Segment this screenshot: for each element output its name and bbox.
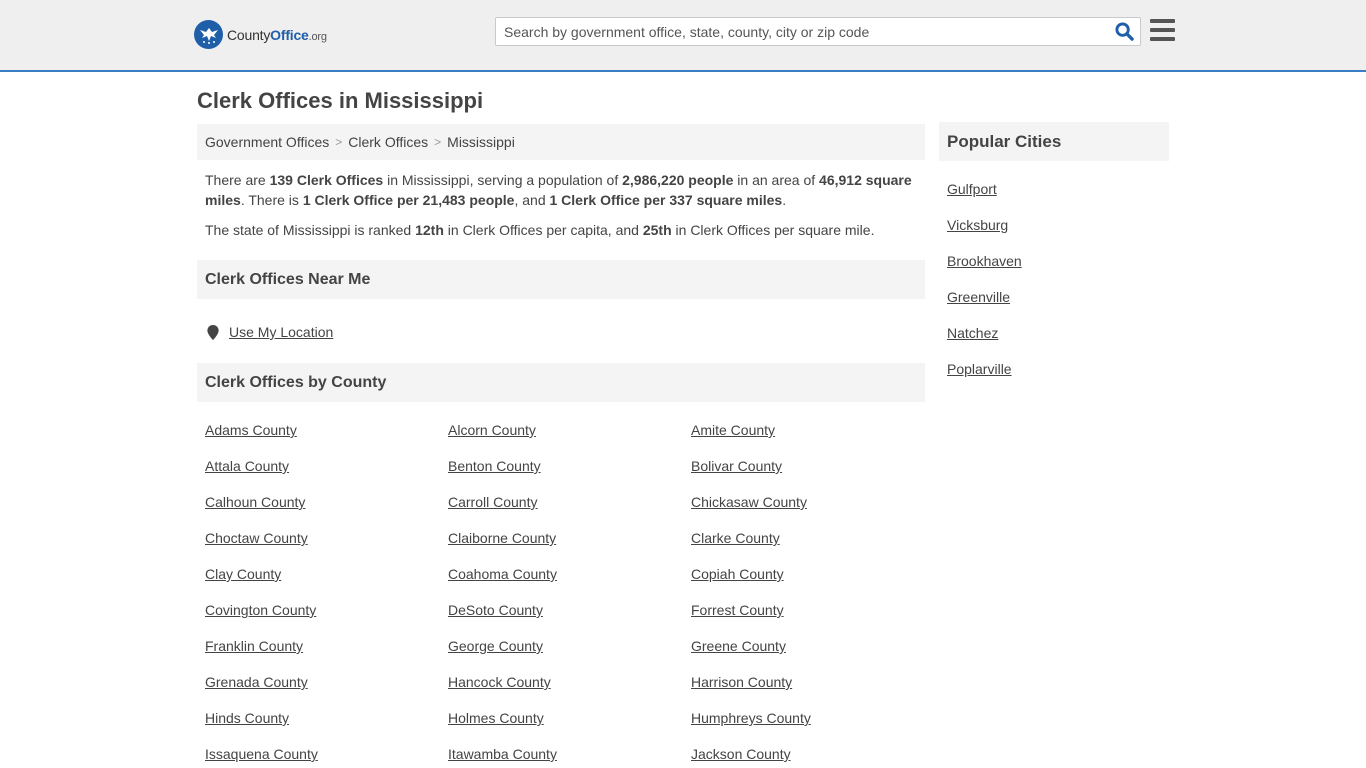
county-link[interactable]: Choctaw County <box>205 528 448 548</box>
county-link[interactable]: Covington County <box>205 600 448 620</box>
breadcrumb-clerk-offices[interactable]: Clerk Offices <box>348 134 428 150</box>
intro-paragraph-2: The state of Mississippi is ranked 12th … <box>205 222 875 238</box>
county-link[interactable]: Greene County <box>691 636 933 656</box>
county-link[interactable]: George County <box>448 636 691 656</box>
use-my-location-link[interactable]: Use My Location <box>229 324 333 340</box>
county-link[interactable]: Itawamba County <box>448 744 691 764</box>
popular-cities-heading: Popular Cities <box>939 122 1169 161</box>
logo-county: County <box>227 26 271 43</box>
intro-text: There are 139 Clerk Offices in Mississip… <box>197 160 925 240</box>
county-link[interactable]: Humphreys County <box>691 708 933 728</box>
county-link[interactable]: Adams County <box>205 420 448 440</box>
search-icon <box>1114 22 1134 41</box>
county-link[interactable]: Alcorn County <box>448 420 691 440</box>
breadcrumb-government-offices[interactable]: Government Offices <box>205 134 329 150</box>
county-link[interactable]: Chickasaw County <box>691 492 933 512</box>
county-link[interactable]: Holmes County <box>448 708 691 728</box>
eagle-logo-icon <box>194 20 223 49</box>
main-content: Government Offices > Clerk Offices > Mis… <box>197 124 925 764</box>
location-row: Use My Location <box>197 299 925 347</box>
hamburger-menu-icon[interactable] <box>1150 19 1175 43</box>
county-link[interactable]: Bolivar County <box>691 456 933 476</box>
breadcrumb-mississippi: Mississippi <box>447 134 515 150</box>
intro-paragraph-1: There are 139 Clerk Offices in Mississip… <box>205 172 912 208</box>
logo-wordmark: CountyOffice.org <box>227 27 327 43</box>
county-link[interactable]: Issaquena County <box>205 744 448 764</box>
city-link[interactable]: Brookhaven <box>947 251 1169 271</box>
county-link[interactable]: Benton County <box>448 456 691 476</box>
site-header: CountyOffice.org <box>0 0 1366 72</box>
county-link[interactable]: Forrest County <box>691 600 933 620</box>
city-link[interactable]: Vicksburg <box>947 215 1169 235</box>
county-link[interactable]: Copiah County <box>691 564 933 584</box>
county-link[interactable]: Clarke County <box>691 528 933 548</box>
site-logo[interactable]: CountyOffice.org <box>194 20 327 49</box>
search-button[interactable] <box>1108 18 1140 45</box>
by-county-heading: Clerk Offices by County <box>197 363 925 402</box>
county-link[interactable]: Attala County <box>205 456 448 476</box>
city-link[interactable]: Gulfport <box>947 179 1169 199</box>
search-input[interactable] <box>496 18 1108 45</box>
county-link[interactable]: Amite County <box>691 420 933 440</box>
breadcrumb-separator: > <box>434 135 442 149</box>
sidebar: Popular Cities Gulfport Vicksburg Brookhav… <box>939 122 1169 395</box>
map-pin-icon <box>207 324 219 340</box>
logo-org: .org <box>308 30 327 43</box>
county-link[interactable]: Harrison County <box>691 672 933 692</box>
city-link[interactable]: Natchez <box>947 323 1169 343</box>
county-link[interactable]: Franklin County <box>205 636 448 656</box>
county-link[interactable]: Hinds County <box>205 708 448 728</box>
city-link[interactable]: Poplarville <box>947 359 1169 379</box>
page-title: Clerk Offices in Mississippi <box>197 88 484 113</box>
near-me-heading: Clerk Offices Near Me <box>197 260 925 299</box>
city-link[interactable]: Greenville <box>947 287 1169 307</box>
county-link[interactable]: Carroll County <box>448 492 691 512</box>
county-link[interactable]: Claiborne County <box>448 528 691 548</box>
breadcrumb: Government Offices > Clerk Offices > Mis… <box>197 124 925 160</box>
county-link[interactable]: Jackson County <box>691 744 933 764</box>
popular-cities-list: Gulfport Vicksburg Brookhaven Greenville Nat… <box>939 161 1169 379</box>
county-link[interactable]: Calhoun County <box>205 492 448 512</box>
county-link[interactable]: Clay County <box>205 564 448 584</box>
logo-office: Office <box>270 26 309 43</box>
county-link[interactable]: Grenada County <box>205 672 448 692</box>
search-box <box>495 17 1141 46</box>
county-list: Adams County Alcorn County Amite County Att… <box>197 402 925 764</box>
breadcrumb-separator: > <box>335 135 343 149</box>
county-link[interactable]: Hancock County <box>448 672 691 692</box>
county-link[interactable]: Coahoma County <box>448 564 691 584</box>
county-link[interactable]: DeSoto County <box>448 600 691 620</box>
